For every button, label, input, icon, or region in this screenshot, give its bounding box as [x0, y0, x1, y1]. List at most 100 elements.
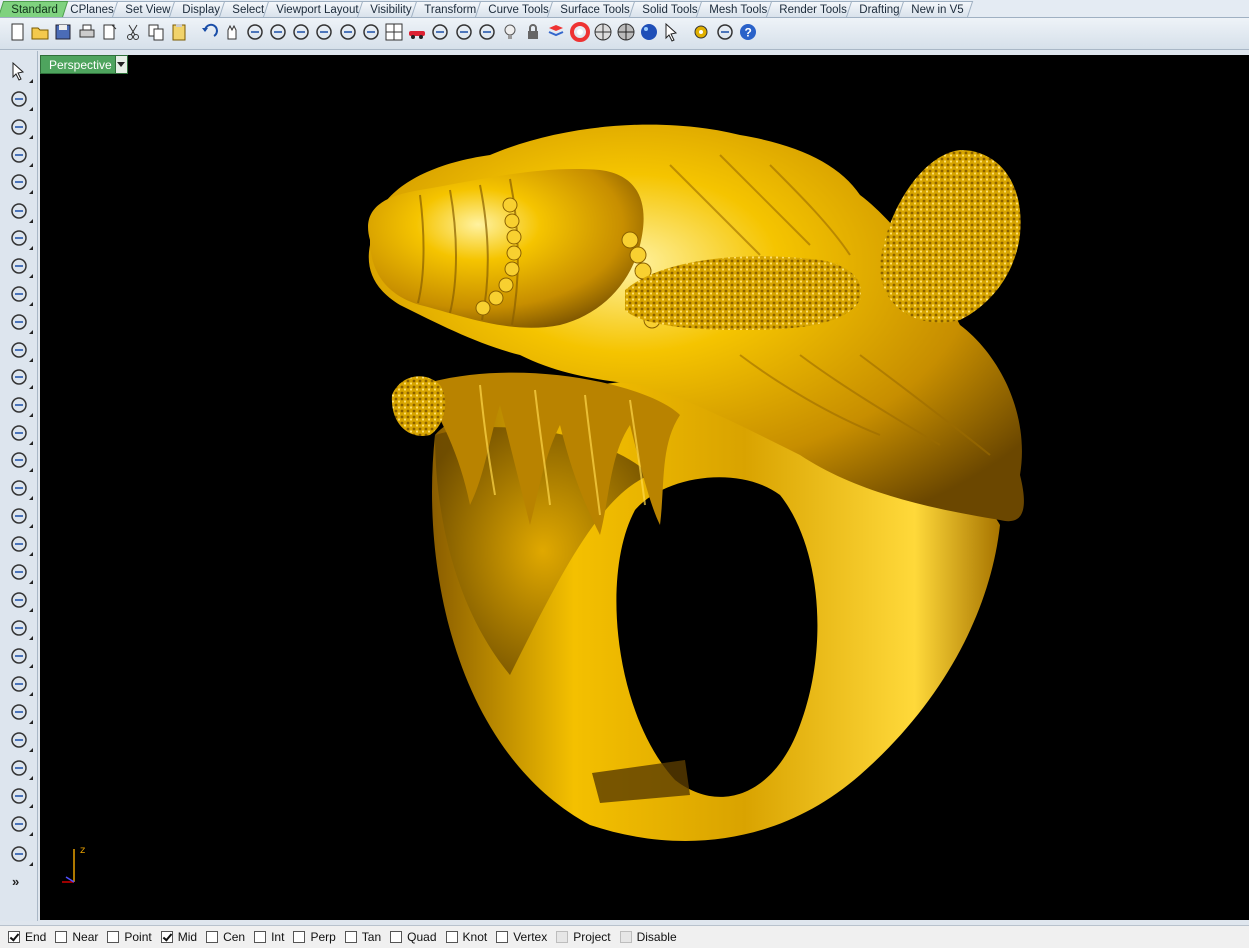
grid-button[interactable] [429, 22, 451, 46]
settings-gear-button[interactable] [690, 22, 712, 46]
osnap-vertex[interactable]: Vertex [496, 930, 547, 944]
loft-surface-tool[interactable] [8, 367, 33, 389]
rotate-view-button[interactable] [244, 22, 266, 46]
dimension-button[interactable] [714, 22, 736, 46]
osnap-checkbox[interactable] [206, 931, 219, 943]
split-icon [9, 562, 29, 585]
osnap-tan[interactable]: Tan [344, 930, 381, 944]
osnap-quad[interactable]: Quad [390, 930, 437, 944]
osnap-near[interactable]: Near [55, 930, 98, 944]
osnap-checkbox[interactable] [445, 931, 458, 943]
group-tool[interactable] [8, 646, 33, 668]
tab-new-in-v5[interactable]: New in V5 [897, 1, 974, 17]
curve-tool[interactable] [8, 145, 33, 167]
zoom-extents-button[interactable] [313, 22, 335, 46]
render-blue-sphere-button[interactable] [638, 22, 660, 46]
osnap-knot[interactable]: Knot [445, 930, 487, 944]
osnap-checkbox[interactable] [160, 931, 173, 943]
undo-button[interactable] [198, 22, 220, 46]
tab-solid-tools[interactable]: Solid Tools [628, 1, 708, 17]
more-tools-button[interactable]: » [12, 874, 19, 889]
import-button[interactable] [99, 22, 121, 46]
four-viewports-button[interactable] [383, 22, 405, 46]
surface-corner-tool[interactable] [8, 340, 33, 362]
osnap-point[interactable]: Point [107, 930, 152, 944]
osnap-checkbox[interactable] [8, 931, 20, 943]
viewport-title[interactable]: Perspective [41, 58, 115, 72]
fillet-curve-tool[interactable] [8, 312, 33, 334]
text-tool[interactable] [8, 730, 33, 752]
help-button[interactable]: ? [737, 22, 759, 46]
boolean-union-tool[interactable] [8, 423, 33, 445]
explode-tool[interactable] [8, 534, 33, 556]
zoom-dynamic-button[interactable] [267, 22, 289, 46]
trim-tool[interactable] [8, 590, 33, 612]
copy-button[interactable] [145, 22, 167, 46]
box-solid-tool[interactable] [8, 395, 33, 417]
tab-mesh-tools[interactable]: Mesh Tools [696, 1, 778, 17]
osnap-checkbox[interactable] [254, 931, 267, 943]
paste-button[interactable] [168, 22, 190, 46]
mesh-tool[interactable] [8, 478, 33, 500]
undo-view-button[interactable] [360, 22, 382, 46]
lock-button[interactable] [522, 22, 544, 46]
osnap-checkbox[interactable] [496, 931, 509, 943]
polygon-tool[interactable] [8, 284, 33, 306]
open-button[interactable] [29, 22, 51, 46]
osnap-checkbox[interactable] [293, 931, 306, 943]
point-tool[interactable] [8, 89, 33, 111]
osnap-checkbox[interactable] [390, 931, 403, 943]
osnap-mid[interactable]: Mid [160, 930, 197, 944]
cylinder-solid-tool[interactable] [8, 450, 33, 472]
osnap-end[interactable]: End [8, 930, 46, 944]
circle-tool-button[interactable] [453, 22, 475, 46]
tab-render-tools[interactable]: Render Tools [765, 1, 857, 17]
rotate-curve-tool[interactable] [8, 674, 33, 696]
array-tool[interactable] [8, 618, 33, 640]
align-tool[interactable] [8, 786, 33, 808]
osnap-int[interactable]: Int [254, 930, 284, 944]
polyline-tool[interactable] [8, 117, 33, 139]
zoom-selected-button[interactable] [337, 22, 359, 46]
ellipse-tool[interactable] [8, 201, 33, 223]
pan-button[interactable] [221, 22, 243, 46]
gear-tool[interactable] [8, 506, 33, 528]
offset-curve-tool[interactable] [8, 702, 33, 724]
save-button[interactable] [52, 22, 74, 46]
move-tool[interactable] [8, 758, 33, 780]
layer-button[interactable] [545, 22, 567, 46]
render-sphere-button[interactable] [615, 22, 637, 46]
select-arrow-tool[interactable] [8, 61, 33, 83]
light-bulb-button[interactable] [499, 22, 521, 46]
zoom-window-button[interactable] [290, 22, 312, 46]
box-view-tool[interactable] [8, 844, 33, 866]
tab-standard[interactable]: Standard [0, 1, 68, 17]
circle-tool[interactable] [8, 172, 33, 194]
car-button[interactable] [406, 22, 428, 46]
perspective-viewport[interactable]: Perspective z [40, 55, 1249, 920]
tab-surface-tools[interactable]: Surface Tools [547, 1, 640, 17]
z-axis-label: z [80, 845, 86, 856]
osnap-checkbox[interactable] [344, 931, 357, 943]
tab-viewport-layout[interactable]: Viewport Layout [263, 1, 369, 17]
osnap-checkbox[interactable] [107, 931, 120, 943]
arc-tool[interactable] [8, 228, 33, 250]
print-button[interactable] [76, 22, 98, 46]
split-tool[interactable] [8, 562, 33, 585]
rectangle-tool[interactable] [8, 256, 33, 278]
select-arrow-button[interactable] [661, 22, 683, 46]
viewport-menu-dropdown-icon[interactable] [114, 56, 127, 73]
cut-button[interactable] [122, 22, 144, 46]
viewport-title-tab[interactable]: Perspective [40, 55, 128, 74]
new-button[interactable] [6, 22, 28, 46]
osnap-checkbox[interactable] [55, 931, 68, 943]
color-wheel-button[interactable] [569, 22, 591, 46]
tab-curve-tools[interactable]: Curve Tools [474, 1, 559, 17]
ring-model[interactable] [40, 55, 1249, 920]
transform-tool[interactable] [8, 814, 33, 836]
tab-label: Viewport Layout [276, 4, 359, 16]
shade-sphere-button[interactable] [592, 22, 614, 46]
osnap-perp[interactable]: Perp [293, 930, 336, 944]
osnap-cen[interactable]: Cen [206, 930, 245, 944]
properties-button[interactable] [476, 22, 498, 46]
